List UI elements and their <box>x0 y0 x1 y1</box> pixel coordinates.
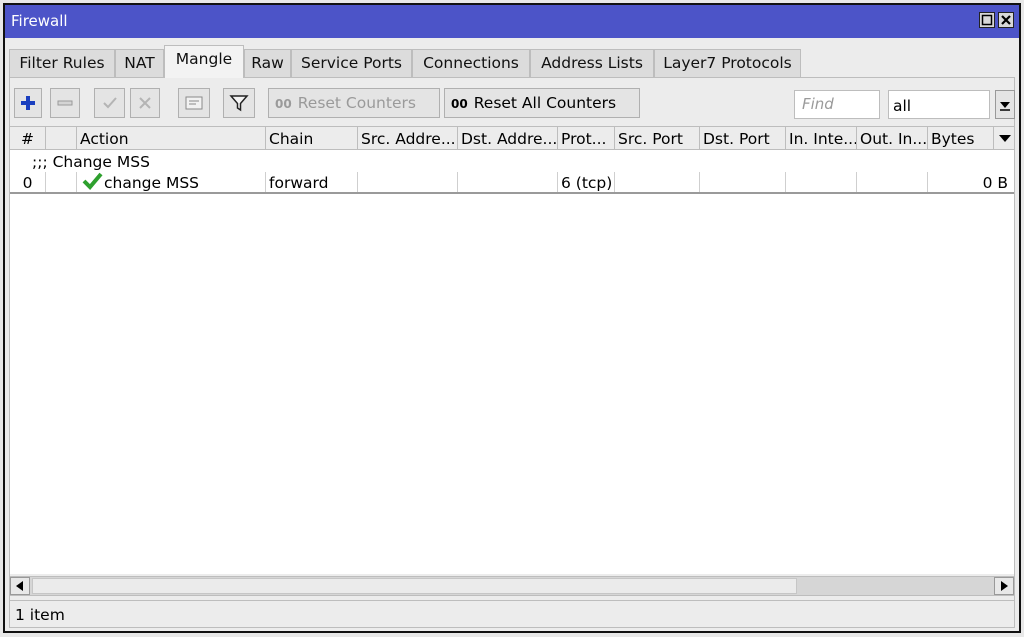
cell-bytes: 0 B <box>982 174 1008 192</box>
plus-icon <box>21 96 35 110</box>
mangle-panel: 00 Reset Counters 00 Reset All Counters Fi… <box>9 77 1015 628</box>
maximize-button[interactable] <box>979 12 995 28</box>
scroll-thumb[interactable] <box>32 578 797 594</box>
title-bar[interactable]: Firewall <box>5 5 1019 38</box>
rule-comment: ;;; Change MSS <box>32 153 150 171</box>
comment-icon <box>185 96 203 110</box>
enabled-check-icon <box>82 172 103 190</box>
reset-counters-button[interactable]: 00 Reset Counters <box>268 88 440 118</box>
rules-table: # Action Chain Src. Addre... Dst. Addre.… <box>10 126 1014 574</box>
column-header-protocol[interactable]: Prot... <box>558 127 615 149</box>
close-icon <box>1001 15 1011 25</box>
cell-number: 0 <box>10 172 46 192</box>
column-header-in-interface[interactable]: In. Inte... <box>786 127 857 149</box>
remove-button[interactable] <box>50 88 80 118</box>
cell-action-label: change MSS <box>104 174 200 192</box>
find-input[interactable]: Find <box>794 90 880 119</box>
window-title: Firewall <box>11 12 68 30</box>
reset-all-counters-label: Reset All Counters <box>473 94 617 112</box>
column-header-number[interactable]: # <box>10 127 46 149</box>
reset-all-counters-button[interactable]: 00 Reset All Counters <box>444 88 640 118</box>
comment-button[interactable] <box>178 88 210 118</box>
tab-service-ports[interactable]: Service Ports <box>291 49 412 77</box>
reset-counters-label: Reset Counters <box>297 94 416 112</box>
tab-connections[interactable]: Connections <box>412 49 530 77</box>
counter-icon: 00 <box>451 97 468 111</box>
column-header-src-port[interactable]: Src. Port <box>615 127 700 149</box>
scroll-right-button[interactable] <box>994 577 1014 595</box>
cell-action: change MSS <box>77 172 266 192</box>
scroll-left-button[interactable] <box>10 577 30 595</box>
column-header-src-address[interactable]: Src. Addre... <box>358 127 458 149</box>
maximize-icon <box>981 14 993 26</box>
status-bar: 1 item <box>10 600 1014 627</box>
column-header-bytes[interactable]: Bytes <box>928 127 994 149</box>
column-header-dst-address[interactable]: Dst. Addre... <box>458 127 558 149</box>
disable-button[interactable] <box>130 88 160 118</box>
filter-dropdown-button[interactable] <box>995 90 1015 119</box>
add-button[interactable] <box>14 88 42 118</box>
counter-icon: 00 <box>275 97 292 111</box>
cell-dst-address <box>458 172 558 192</box>
cell-dst-port <box>700 172 786 192</box>
horizontal-scrollbar[interactable] <box>10 576 1014 596</box>
filter-select[interactable]: all <box>888 90 990 119</box>
tab-address-lists[interactable]: Address Lists <box>530 49 654 77</box>
cell-out-interface <box>857 172 928 192</box>
column-header-dst-port[interactable]: Dst. Port <box>700 127 786 149</box>
cell-src-address <box>358 172 458 192</box>
cross-icon <box>139 97 151 109</box>
tab-nat[interactable]: NAT <box>115 49 164 77</box>
close-button[interactable] <box>998 12 1014 28</box>
dropdown-arrow-icon <box>1000 102 1010 111</box>
cell-in-interface <box>786 172 857 192</box>
row-divider <box>10 192 1014 194</box>
column-header-action[interactable]: Action <box>77 127 266 149</box>
column-header-chain[interactable]: Chain <box>266 127 358 149</box>
column-header-out-interface[interactable]: Out. In... <box>857 127 928 149</box>
cell-src-port <box>615 172 700 192</box>
table-row[interactable]: 0 change MSS forward 6 (tcp) 0 B <box>10 172 1014 194</box>
column-chooser-button[interactable] <box>994 127 1014 149</box>
tab-raw[interactable]: Raw <box>244 49 291 77</box>
tab-filter-rules[interactable]: Filter Rules <box>9 49 115 77</box>
cell-chain: forward <box>266 172 358 192</box>
filter-button[interactable] <box>223 88 255 118</box>
cell-protocol: 6 (tcp) <box>558 172 615 192</box>
table-header: # Action Chain Src. Addre... Dst. Addre.… <box>10 126 1014 150</box>
minus-icon <box>57 100 73 106</box>
column-header-flags[interactable] <box>46 127 77 149</box>
cell-flags <box>46 172 77 192</box>
funnel-icon <box>229 95 249 112</box>
tab-layer7-protocols[interactable]: Layer7 Protocols <box>654 49 801 77</box>
arrow-left-icon <box>16 581 23 591</box>
enable-button[interactable] <box>94 88 125 118</box>
tab-mangle[interactable]: Mangle <box>164 45 244 78</box>
column-chooser-icon <box>999 135 1011 142</box>
check-icon <box>102 97 117 109</box>
firewall-window: Firewall Filter Rules NAT Mangle Raw Ser… <box>3 3 1021 633</box>
arrow-right-icon <box>1001 581 1008 591</box>
